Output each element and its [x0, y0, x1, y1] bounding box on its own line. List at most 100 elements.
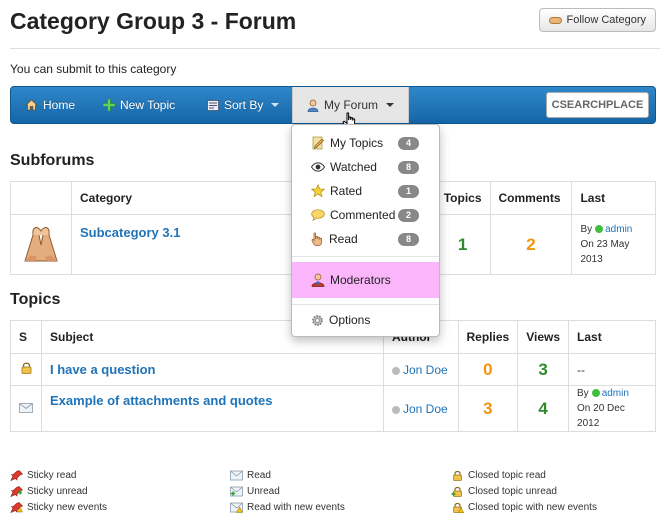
online-status-icon: [591, 389, 600, 397]
count-badge: 2: [398, 208, 419, 222]
pin-icon: [10, 470, 23, 481]
topics-header: Topics: [434, 181, 491, 215]
legend-item: Read: [230, 470, 271, 481]
submit-notice: You can submit to this category: [10, 62, 177, 76]
menu-divider: [292, 256, 439, 257]
menu-item-label: Moderators: [330, 273, 391, 287]
replies-header: Replies: [457, 320, 519, 354]
menu-item-label: Commented: [330, 208, 396, 222]
menu-item-label: Read: [329, 232, 358, 246]
author-link[interactable]: Jon Doe: [403, 363, 448, 377]
user-icon: [307, 99, 319, 112]
count-badge: 8: [398, 160, 419, 174]
topic-link[interactable]: I have a question: [50, 362, 155, 377]
views-count: 4: [517, 385, 570, 432]
replies-count: 0: [457, 353, 519, 386]
icon-header: [10, 181, 72, 215]
legend-label: Unread: [247, 486, 280, 497]
last-header: Last: [571, 181, 656, 215]
home-icon: [25, 99, 38, 111]
status-cell: [10, 353, 42, 386]
last-header: Last: [568, 320, 656, 354]
last-user-link[interactable]: admin: [602, 388, 629, 399]
subject-cell: I have a question: [41, 353, 384, 386]
author-cell: Jon Doe: [382, 353, 459, 386]
nav-home-label: Home: [43, 98, 76, 112]
my-forum-dropdown: My Topics 4 Watched 8 Rated 1 Commented …: [291, 124, 440, 337]
menu-item-moderators[interactable]: Moderators: [292, 262, 439, 298]
count-badge: 4: [398, 136, 419, 150]
menu-item-read[interactable]: Read 8: [292, 227, 439, 251]
lock-unread-icon: [451, 486, 462, 497]
last-post-cell: By admin On 23 May 2013: [571, 214, 656, 275]
envelope-icon: [230, 470, 243, 481]
online-status-icon: [595, 225, 604, 233]
lock-icon: [21, 362, 31, 374]
follow-category-label: Follow Category: [566, 14, 646, 26]
legend-label: Sticky unread: [27, 486, 88, 497]
nav-home[interactable]: Home: [25, 87, 75, 123]
menu-item-label: Watched: [330, 160, 377, 174]
legend-item: Sticky unread: [10, 486, 88, 497]
last-by-label: By: [580, 224, 593, 235]
subforums-heading: Subforums: [10, 152, 95, 169]
legend-label: Closed topic read: [468, 470, 546, 481]
lock-icon: [453, 470, 462, 481]
replies-count: 3: [457, 385, 519, 432]
follow-category-button[interactable]: Follow Category: [538, 8, 656, 32]
last-date: On 23 May 2013: [580, 239, 630, 265]
status-cell: [10, 385, 42, 432]
menu-item-my-topics[interactable]: My Topics 4: [292, 131, 439, 155]
chevron-down-icon: [386, 103, 394, 107]
nav-sort-by[interactable]: Sort By: [207, 87, 280, 123]
count-badge: 8: [398, 232, 419, 246]
moderator-icon: [311, 273, 325, 287]
envelope-new-events-icon: [230, 502, 243, 513]
sort-icon: [207, 99, 219, 111]
menu-item-label: Rated: [330, 184, 363, 198]
plus-icon: [103, 99, 115, 111]
offline-status-icon: [391, 405, 400, 414]
menu-item-watched[interactable]: Watched 8: [292, 155, 439, 179]
menu-item-rated[interactable]: Rated 1: [292, 179, 439, 203]
last-user-link[interactable]: admin: [605, 224, 632, 235]
count-badge: 1: [398, 184, 419, 198]
legend-item: Read with new events: [230, 502, 345, 513]
last-date: On 20 Dec 2012: [577, 403, 625, 429]
legend-label: Sticky new events: [27, 502, 108, 513]
nav-my-forum-label: My Forum: [324, 98, 378, 112]
menu-divider: [292, 304, 439, 305]
topics-count: 1: [434, 214, 491, 275]
table-row: I have a question Jon Doe 0 3 --: [10, 353, 656, 386]
star-icon: [311, 184, 325, 198]
legend-item: Closed topic read: [451, 470, 546, 481]
comment-icon: [311, 209, 325, 221]
follow-icon: [548, 16, 562, 24]
search-input[interactable]: CSEARCHPLACE: [546, 92, 649, 118]
divider: [10, 48, 660, 49]
subject-cell: Example of attachments and quotes: [41, 385, 384, 432]
envelope-unread-icon: [230, 486, 243, 497]
offline-status-icon: [391, 366, 400, 375]
topic-link[interactable]: Example of attachments and quotes: [50, 393, 273, 408]
legend-label: Closed topic with new events: [468, 502, 597, 513]
last-post-cell: --: [568, 353, 656, 386]
legend-item: Closed topic unread: [451, 486, 557, 497]
menu-item-options[interactable]: Options: [292, 308, 439, 332]
views-header: Views: [517, 320, 570, 354]
subcategory-link[interactable]: Subcategory 3.1: [80, 225, 180, 240]
legend-label: Read with new events: [247, 502, 345, 513]
last-post-cell: By admin On 20 Dec 2012: [568, 385, 656, 432]
envelope-icon: [19, 402, 33, 413]
topics-heading: Topics: [10, 291, 61, 308]
author-link[interactable]: Jon Doe: [403, 402, 448, 416]
gear-icon: [312, 314, 323, 326]
eye-icon: [311, 162, 325, 172]
table-row: Example of attachments and quotes Jon Do…: [10, 385, 656, 432]
menu-item-commented[interactable]: Commented 2: [292, 203, 439, 227]
legend-item: Sticky new events: [10, 502, 107, 513]
nav-new-topic[interactable]: New Topic: [103, 87, 175, 123]
views-count: 3: [517, 353, 570, 386]
nav-new-topic-label: New Topic: [120, 98, 176, 112]
legend-label: Read: [247, 470, 271, 481]
